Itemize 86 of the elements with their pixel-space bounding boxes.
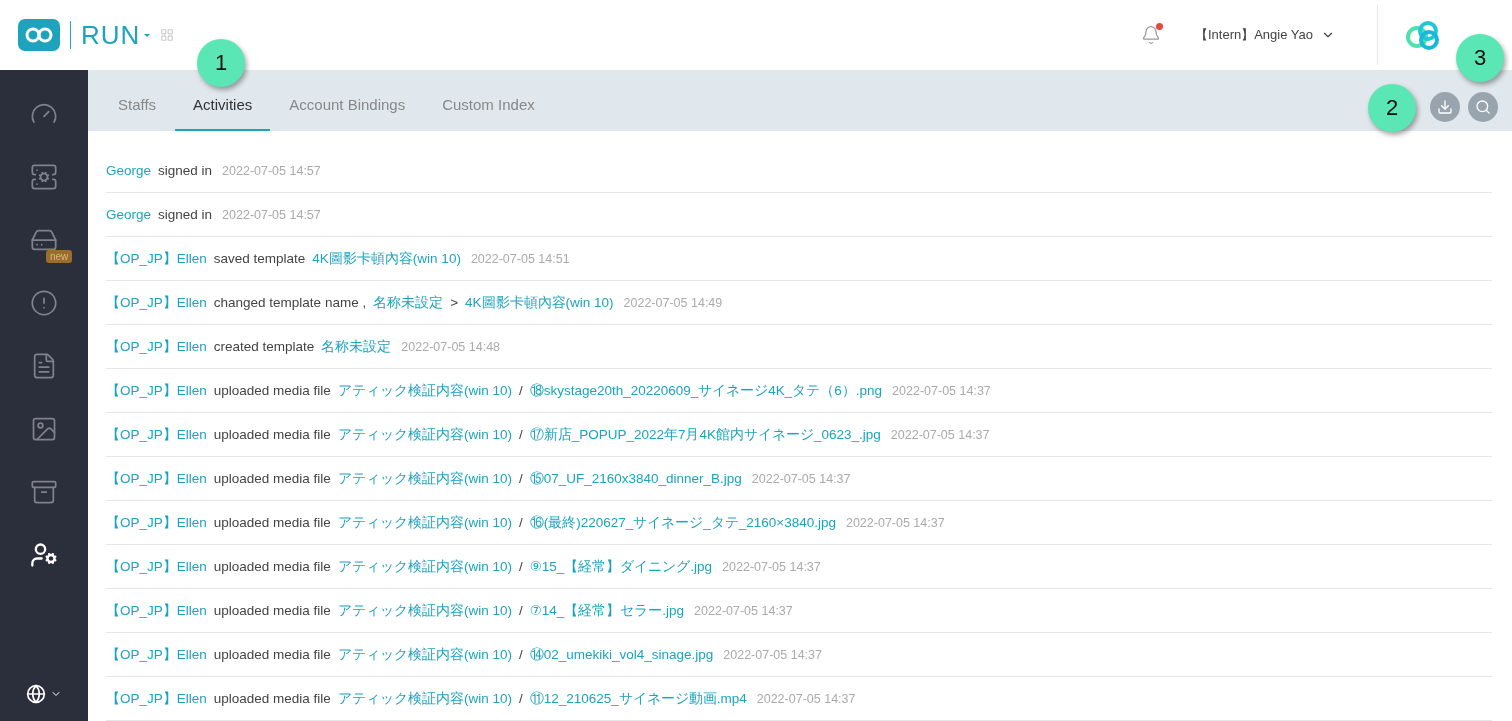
tab[interactable]: Activities (175, 96, 271, 131)
activity-text: > (450, 295, 459, 310)
item-link[interactable]: 名称未設定 (373, 293, 444, 312)
timestamp: 2022-07-05 14:37 (892, 383, 991, 398)
timestamp: 2022-07-05 14:37 (751, 471, 851, 486)
activity-text: created template (213, 339, 315, 354)
timestamp: 2022-07-05 14:37 (756, 691, 856, 706)
tab[interactable]: Account Bindings (271, 96, 424, 131)
activity-text: uploaded media file (213, 383, 331, 398)
item-link[interactable]: ⑪12_210625_サイネージ動画.mp4 (529, 689, 747, 708)
item-link[interactable]: ⑦14_【経常】セラー.jpg (529, 601, 685, 620)
actor-link[interactable]: George (106, 163, 152, 178)
logo-icon (18, 19, 60, 51)
user-menu[interactable]: 【Intern】Angie Yao (1188, 25, 1341, 45)
notification-bell-icon[interactable] (1140, 25, 1161, 45)
item-link[interactable]: アティック検証内容(win 10) (337, 689, 512, 708)
globe-icon (26, 684, 46, 704)
search-button[interactable] (1468, 92, 1498, 122)
download-icon (1437, 99, 1453, 115)
actor-link[interactable]: 【OP_JP】Ellen (106, 337, 207, 356)
activity-text: uploaded media file (213, 559, 331, 574)
new-badge: new (46, 250, 73, 263)
activity-text: uploaded media file (213, 603, 331, 618)
actor-link[interactable]: 【OP_JP】Ellen (106, 557, 207, 576)
item-link[interactable]: アティック検証内容(win 10) (337, 381, 512, 400)
item-link[interactable]: アティック検証内容(win 10) (337, 469, 512, 488)
activity-text: / (518, 603, 523, 618)
item-link[interactable]: 4K圖影卡頓內容(win 10) (465, 293, 614, 312)
timestamp: 2022-07-05 14:49 (623, 295, 723, 310)
actor-link[interactable]: 【OP_JP】Ellen (106, 601, 207, 620)
timestamp: 2022-07-05 14:57 (222, 163, 321, 178)
brand-icon[interactable] (1404, 19, 1442, 51)
timestamp: 2022-07-05 14:57 (222, 207, 321, 222)
timestamp: 2022-07-05 14:37 (845, 515, 945, 530)
actor-link[interactable]: 【OP_JP】Ellen (106, 645, 207, 664)
activity-text: / (518, 515, 523, 530)
item-link[interactable]: ⑨15_【経常】ダイニング.jpg (529, 557, 713, 576)
activity-text: / (518, 559, 523, 574)
item-link[interactable]: アティック検証内容(win 10) (337, 513, 512, 532)
activity-text: / (518, 427, 523, 442)
item-link[interactable]: アティック検証内容(win 10) (337, 645, 512, 664)
activity-text: / (518, 691, 523, 706)
actor-link[interactable]: 【OP_JP】Ellen (106, 249, 207, 268)
download-button[interactable] (1430, 92, 1460, 122)
server-gear-icon[interactable] (30, 162, 58, 191)
item-link[interactable]: ⑱skystage20th_20220609_サイネージ4K_タテ（6）.png (529, 381, 883, 400)
search-icon (1475, 99, 1491, 115)
activity-text: / (518, 471, 523, 486)
actor-link[interactable]: 【OP_JP】Ellen (106, 381, 207, 400)
item-link[interactable]: アティック検証内容(win 10) (337, 425, 512, 444)
timestamp: 2022-07-05 14:37 (694, 603, 793, 618)
item-link[interactable]: ⑭02_umekiki_vol4_sinage.jpg (529, 645, 714, 664)
item-link[interactable]: アティック検証内容(win 10) (337, 601, 512, 620)
activity-text: signed in (158, 163, 213, 178)
item-link[interactable]: ⑰新店_POPUP_2022年7月4K館内サイネージ_0623_.jpg (529, 425, 881, 444)
timestamp: 2022-07-05 14:48 (401, 339, 501, 354)
activity-text: saved template (213, 251, 306, 266)
actor-link[interactable]: 【OP_JP】Ellen (106, 469, 207, 488)
actor-link[interactable]: 【OP_JP】Ellen (106, 425, 207, 444)
user-gear-icon[interactable] (30, 540, 58, 569)
timestamp: 2022-07-05 14:37 (722, 559, 821, 574)
timestamp: 2022-07-05 14:37 (890, 427, 990, 442)
activity-text: uploaded media file (213, 427, 331, 442)
activity-text: signed in (158, 207, 213, 222)
timestamp: 2022-07-05 14:51 (470, 251, 570, 266)
activity-text: uploaded media file (213, 471, 331, 486)
activity-text: / (518, 647, 523, 662)
activity-text: changed template name , (213, 295, 367, 310)
item-link[interactable]: ⑮07_UF_2160x3840_dinner_B.jpg (529, 469, 742, 488)
activity-text: uploaded media file (213, 647, 331, 662)
product-name[interactable]: RUN (81, 19, 141, 51)
item-link[interactable]: ⑯(最終)220627_サイネージ_タテ_2160×3840.jpg (529, 513, 836, 532)
actor-link[interactable]: 【OP_JP】Ellen (106, 689, 207, 708)
item-link[interactable]: 4K圖影卡頓內容(win 10) (312, 249, 461, 268)
activity-text: uploaded media file (213, 515, 331, 530)
item-link[interactable]: アティック検証内容(win 10) (337, 557, 512, 576)
activity-text: / (518, 383, 523, 398)
actor-link[interactable]: 【OP_JP】Ellen (106, 513, 207, 532)
actor-link[interactable]: George (106, 207, 152, 222)
item-link[interactable]: 名称未設定 (321, 337, 392, 356)
alert-icon[interactable] (30, 288, 58, 317)
timestamp: 2022-07-05 14:37 (723, 647, 822, 662)
activity-text: uploaded media file (213, 691, 331, 706)
tab[interactable]: Staffs (100, 96, 175, 131)
actor-link[interactable]: 【OP_JP】Ellen (106, 293, 207, 312)
tab[interactable]: Custom Index (424, 96, 553, 131)
